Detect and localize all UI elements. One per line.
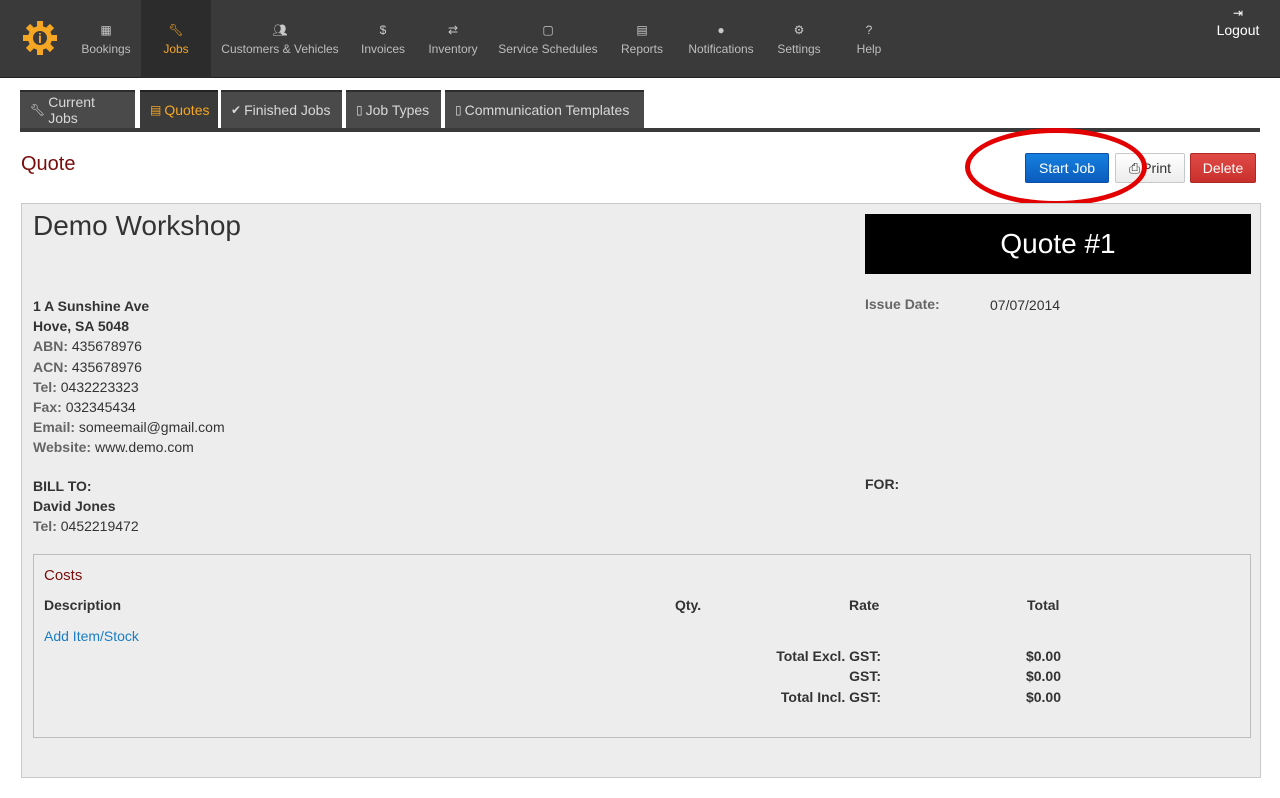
sub-tab-bar: 🔧︎ Current Jobs ▤ Quotes ✔ Finished Jobs… [20, 90, 1260, 132]
nav-help[interactable]: ? Help [846, 0, 892, 78]
nav-label: Jobs [163, 42, 189, 56]
top-navbar: i ▦ Bookings 🔧︎ Jobs 👥︎ Customers & Vehi… [0, 0, 1280, 78]
acn-label: ACN: [33, 358, 68, 375]
logo-gear-icon[interactable]: i [22, 20, 58, 56]
company-details: 1 A Sunshine Ave Hove, SA 5048 ABN: 4356… [33, 296, 225, 458]
nav-label: Settings [777, 42, 821, 56]
gst-label: GST: [849, 668, 881, 684]
address-line-2: Hove, SA 5048 [33, 318, 129, 335]
tab-label: Finished Jobs [244, 102, 331, 118]
total-excl-gst-value: $0.00 [1025, 648, 1061, 664]
total-incl-gst-value: $0.00 [1025, 689, 1061, 705]
nav-label: Invoices [360, 42, 406, 56]
file-icon: ▯ [455, 103, 462, 117]
chart-icon: ▤ [636, 23, 648, 37]
gst-value: $0.00 [1025, 668, 1061, 684]
bill-to-name: David Jones [33, 498, 116, 515]
nav-label: Reports [620, 42, 664, 56]
website-label: Website: [33, 439, 92, 456]
add-item-stock-link[interactable]: Add Item/Stock [44, 628, 139, 644]
start-job-button[interactable]: Start Job [1025, 153, 1109, 183]
tab-job-types[interactable]: ▯ Job Types [346, 90, 441, 128]
issue-date-label: Issue Date: [865, 296, 940, 312]
tel-label: Tel: [33, 378, 57, 395]
nav-bookings[interactable]: ▦ Bookings [72, 0, 140, 78]
nav-invoices[interactable]: $ Invoices [352, 0, 414, 78]
question-icon: ? [865, 23, 873, 37]
wrench-icon: 🔧︎ [168, 23, 184, 37]
delete-button[interactable]: Delete [1190, 153, 1256, 183]
bill-tel-value: 0452219472 [60, 518, 139, 535]
email-label: Email: [33, 419, 76, 436]
check-icon: ✔ [231, 103, 242, 117]
tab-label: Job Types [365, 102, 430, 118]
costs-section: Costs Description Qty. Rate Total Add It… [33, 554, 1251, 738]
calendar-empty-icon: ▢ [542, 23, 554, 37]
nav-label: Bookings [81, 42, 131, 56]
dollar-icon: $ [379, 23, 387, 37]
users-icon: 👥︎ [272, 23, 288, 37]
nav-inventory[interactable]: ⇄ Inventory [420, 0, 486, 78]
quote-number-banner: Quote #1 [865, 214, 1251, 274]
nav-label: Customers & Vehicles [221, 42, 339, 56]
acn-value: 435678976 [71, 358, 142, 375]
retweet-icon: ⇄ [447, 23, 459, 37]
bill-tel-label: Tel: [33, 518, 57, 535]
nav-settings[interactable]: ⚙︎ Settings [770, 0, 828, 78]
website-value: www.demo.com [94, 439, 194, 456]
bill-to-section: BILL TO: David Jones Tel: 0452219472 [33, 476, 139, 537]
abn-value: 435678976 [71, 338, 142, 355]
print-label: Print [1142, 160, 1171, 176]
print-button[interactable]: ⎙ Print [1115, 153, 1185, 183]
svg-text:i: i [38, 30, 42, 46]
company-name: Demo Workshop [33, 210, 242, 241]
quote-panel: Demo Workshop Quote #1 1 A Sunshine Ave … [21, 203, 1261, 778]
nav-label: Inventory [428, 42, 478, 56]
file-text-icon: ▤ [150, 103, 162, 117]
tab-communication-templates[interactable]: ▯ Communication Templates [445, 90, 644, 128]
nav-label: Notifications [688, 42, 754, 56]
total-excl-gst-label: Total Excl. GST: [776, 648, 881, 664]
tab-quotes[interactable]: ▤ Quotes [140, 90, 218, 128]
costs-title: Costs [44, 567, 83, 584]
calendar-icon: ▦ [100, 23, 112, 37]
nav-label: Service Schedules [498, 42, 598, 56]
nav-service-schedules[interactable]: ▢ Service Schedules [492, 0, 604, 78]
tel-value: 0432223323 [60, 378, 139, 395]
nav-jobs[interactable]: 🔧︎ Jobs [141, 0, 211, 78]
bill-to-label: BILL TO: [33, 478, 92, 494]
column-header-qty: Qty. [675, 597, 702, 613]
tab-label: Quotes [164, 102, 210, 118]
cogs-icon: ⚙︎ [793, 23, 805, 37]
column-header-description: Description [44, 597, 122, 613]
nav-label: Help [856, 42, 882, 56]
file-icon: ▯ [356, 103, 363, 117]
issue-date-value: 07/07/2014 [990, 297, 1061, 313]
tab-current-jobs[interactable]: 🔧︎ Current Jobs [20, 90, 135, 128]
logout-button[interactable]: ⇥ Logout [1208, 4, 1268, 44]
info-icon: ● [717, 23, 725, 37]
column-header-total: Total [1027, 597, 1060, 613]
nav-customers-vehicles[interactable]: 👥︎ Customers & Vehicles [212, 0, 348, 78]
nav-notifications[interactable]: ● Notifications [682, 0, 760, 78]
wrench-icon: 🔧︎ [30, 103, 46, 117]
total-incl-gst-label: Total Incl. GST: [780, 689, 881, 705]
tab-label: Current Jobs [48, 94, 95, 126]
page-title: Quote [21, 153, 76, 175]
abn-label: ABN: [33, 338, 68, 355]
for-label: FOR: [865, 476, 900, 492]
fax-label: Fax: [33, 399, 62, 416]
tab-finished-jobs[interactable]: ✔ Finished Jobs [221, 90, 342, 128]
column-header-rate: Rate [849, 597, 880, 613]
address-line-1: 1 A Sunshine Ave [33, 298, 150, 314]
sign-out-icon: ⇥ [1232, 6, 1244, 20]
print-icon: ⎙ [1129, 159, 1141, 176]
fax-value: 032345434 [65, 399, 136, 416]
email-value: someemail@gmail.com [78, 419, 225, 436]
nav-reports[interactable]: ▤ Reports [614, 0, 670, 78]
logout-label: Logout [1216, 22, 1260, 38]
tab-label: Communication Templates [464, 102, 630, 118]
